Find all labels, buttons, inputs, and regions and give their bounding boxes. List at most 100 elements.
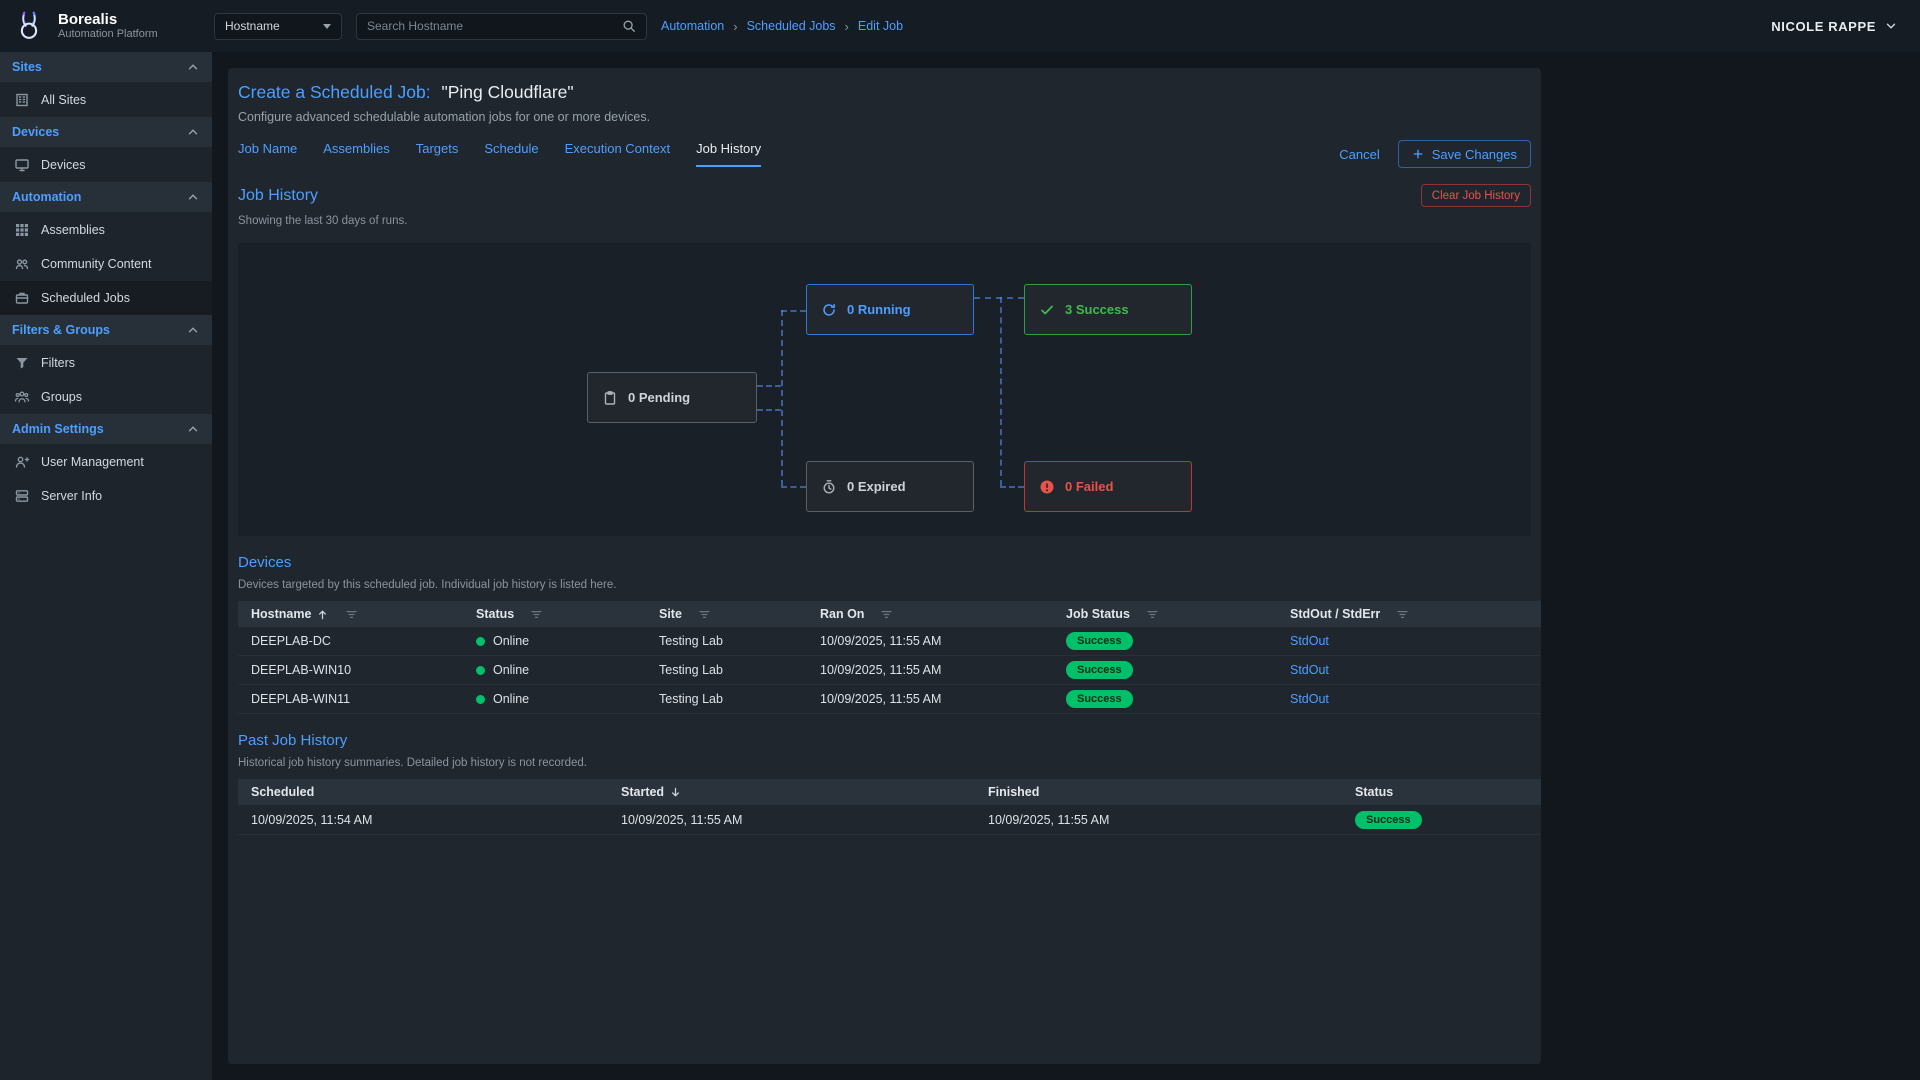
sidebar-section-label: Admin Settings [12, 422, 104, 436]
sidebar-section-devices[interactable]: Devices [0, 117, 212, 148]
col-header-stdout[interactable]: StdOut / StdErr [1290, 607, 1541, 621]
stdout-link[interactable]: StdOut [1290, 663, 1329, 677]
sidebar-item-all-sites[interactable]: All Sites [0, 83, 212, 117]
col-label: Job Status [1066, 607, 1130, 621]
sidebar-item-filters[interactable]: Filters [0, 346, 212, 380]
cell-status: Online [476, 692, 659, 706]
hostname-selector-value: Hostname [225, 19, 280, 33]
online-dot-icon [476, 695, 485, 704]
filter-icon[interactable] [698, 608, 711, 621]
sidebar-item-label: Devices [41, 158, 85, 172]
table-row: 10/09/2025, 11:54 AM 10/09/2025, 11:55 A… [238, 805, 1541, 835]
sidebar-item-label: Scheduled Jobs [41, 291, 130, 305]
main-content: Create a Scheduled Job: "Ping Cloudflare… [212, 52, 1920, 1080]
sidebar-item-label: Assemblies [41, 223, 105, 237]
tab-job-name[interactable]: Job Name [238, 141, 297, 167]
tab-assemblies[interactable]: Assemblies [323, 141, 389, 167]
col-header-finished[interactable]: Finished [988, 785, 1355, 799]
devices-table-header: Hostname Status Site [238, 601, 1541, 627]
node-success[interactable]: 3 Success [1024, 284, 1192, 335]
save-changes-button[interactable]: Save Changes [1398, 140, 1531, 168]
cell-ran-on: 10/09/2025, 11:55 AM [820, 634, 1066, 648]
sidebar-item-label: Filters [41, 356, 75, 370]
tab-execution-context[interactable]: Execution Context [565, 141, 671, 167]
breadcrumb-scheduled-jobs[interactable]: Scheduled Jobs [747, 19, 836, 33]
sidebar-item-scheduled-jobs[interactable]: Scheduled Jobs [0, 281, 212, 315]
search-icon [622, 19, 636, 33]
timer-icon [821, 479, 837, 495]
col-header-status[interactable]: Status [476, 607, 659, 621]
cell-job-status: Success [1066, 661, 1290, 679]
briefcase-icon [14, 290, 30, 306]
filter-icon[interactable] [1396, 608, 1409, 621]
page-title-prefix: Create a Scheduled Job: [238, 82, 431, 102]
cancel-button[interactable]: Cancel [1339, 147, 1379, 162]
top-bar: Borealis Automation Platform Hostname Au… [0, 0, 1920, 52]
user-menu[interactable]: NICOLE RAPPE [1771, 19, 1898, 34]
sidebar-item-assemblies[interactable]: Assemblies [0, 213, 212, 247]
sidebar-section-sites[interactable]: Sites [0, 52, 212, 83]
node-pending-label: 0 Pending [628, 390, 690, 405]
node-success-label: 3 Success [1065, 302, 1129, 317]
node-failed[interactable]: 0 Failed [1024, 461, 1192, 512]
sidebar-item-community-content[interactable]: Community Content [0, 247, 212, 281]
sidebar-item-user-management[interactable]: User Management [0, 445, 212, 479]
filter-icon[interactable] [880, 608, 893, 621]
col-header-hostname[interactable]: Hostname [238, 607, 476, 621]
tab-targets[interactable]: Targets [416, 141, 459, 167]
stdout-link[interactable]: StdOut [1290, 634, 1329, 648]
node-running[interactable]: 0 Running [806, 284, 974, 335]
status-label: Online [493, 692, 529, 706]
sidebar-item-label: Community Content [41, 257, 151, 271]
cell-stdout: StdOut [1290, 692, 1541, 706]
col-header-job-status[interactable]: Job Status [1066, 607, 1290, 621]
col-header-scheduled[interactable]: Scheduled [238, 785, 621, 799]
col-header-started[interactable]: Started [621, 785, 988, 799]
connector-line [974, 297, 1024, 299]
people-icon [14, 256, 30, 272]
node-expired-label: 0 Expired [847, 479, 906, 494]
table-row: DEEPLAB-DC Online Testing Lab 10/09/2025… [238, 627, 1541, 656]
clear-job-history-button[interactable]: Clear Job History [1421, 184, 1531, 207]
node-expired[interactable]: 0 Expired [806, 461, 974, 512]
col-label: Site [659, 607, 682, 621]
sidebar-item-server-info[interactable]: Server Info [0, 479, 212, 513]
chevron-down-icon [1884, 19, 1898, 33]
filter-icon[interactable] [345, 608, 358, 621]
tabs-row: Job Name Assemblies Targets Schedule Exe… [238, 140, 1531, 168]
node-running-label: 0 Running [847, 302, 911, 317]
dropdown-arrow-icon [323, 24, 331, 29]
breadcrumb-automation[interactable]: Automation [661, 19, 724, 33]
building-icon [14, 92, 30, 108]
sidebar-section-filters-groups[interactable]: Filters & Groups [0, 315, 212, 346]
past-job-history-subheading: Historical job history summaries. Detail… [238, 757, 1531, 769]
breadcrumb-separator-icon: › [845, 19, 849, 34]
filter-icon[interactable] [530, 608, 543, 621]
tab-schedule[interactable]: Schedule [484, 141, 538, 167]
groups-icon [14, 389, 30, 405]
status-label: Online [493, 663, 529, 677]
col-header-ran-on[interactable]: Ran On [820, 607, 1066, 621]
sidebar-section-automation[interactable]: Automation [0, 182, 212, 213]
sidebar-section-label: Sites [12, 60, 42, 74]
sort-asc-icon [316, 608, 329, 621]
hostname-selector[interactable]: Hostname [214, 13, 342, 40]
tab-job-history[interactable]: Job History [696, 141, 761, 167]
node-pending[interactable]: 0 Pending [587, 372, 757, 423]
error-icon [1039, 479, 1055, 495]
stdout-link[interactable]: StdOut [1290, 692, 1329, 706]
breadcrumb-edit-job[interactable]: Edit Job [858, 19, 903, 33]
col-header-status[interactable]: Status [1355, 785, 1541, 799]
col-label: Finished [988, 785, 1039, 799]
cell-finished: 10/09/2025, 11:55 AM [988, 813, 1355, 827]
sidebar-section-admin-settings[interactable]: Admin Settings [0, 414, 212, 445]
tab-actions: Cancel Save Changes [1339, 140, 1531, 168]
col-header-site[interactable]: Site [659, 607, 820, 621]
sidebar-item-groups[interactable]: Groups [0, 380, 212, 414]
devices-subheading: Devices targeted by this scheduled job. … [238, 579, 1531, 591]
connector-line [1000, 486, 1024, 488]
sidebar-item-devices[interactable]: Devices [0, 148, 212, 182]
filter-icon[interactable] [1146, 608, 1159, 621]
cell-hostname: DEEPLAB-DC [238, 634, 476, 648]
search-input[interactable] [367, 19, 622, 33]
